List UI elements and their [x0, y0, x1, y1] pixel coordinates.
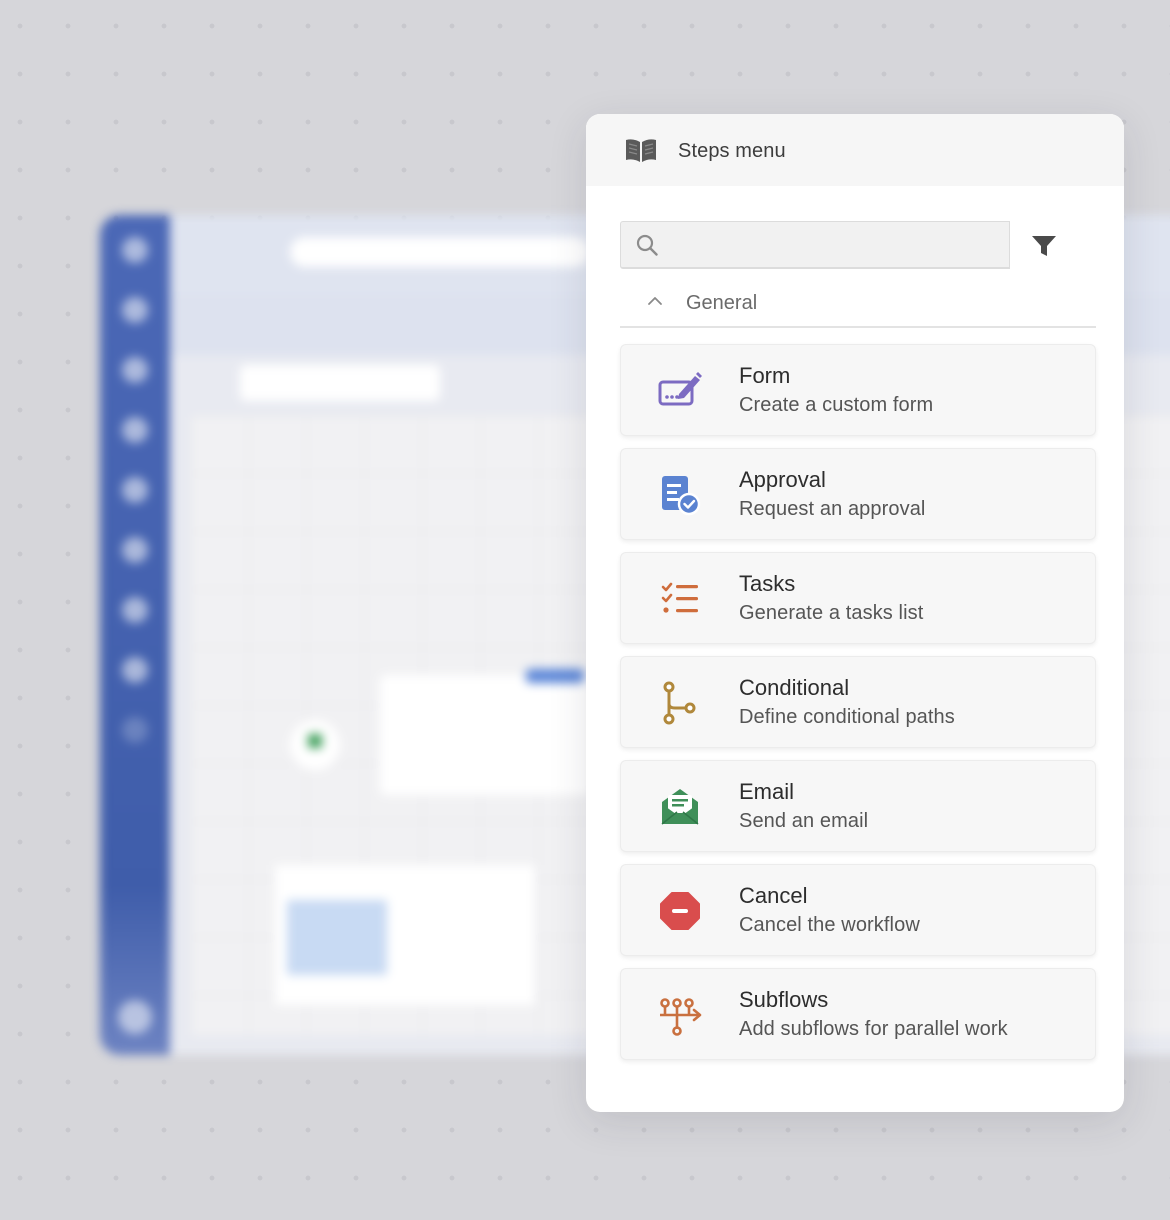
form-edit-icon	[658, 372, 702, 406]
filter-icon	[1032, 236, 1056, 256]
section-general-toggle[interactable]: General	[620, 282, 1096, 328]
subflows-icon	[660, 998, 702, 1036]
email-open-icon	[661, 789, 699, 825]
step-name: Form	[739, 363, 791, 388]
step-item-conditional[interactable]: Conditional Define conditional paths	[620, 656, 1096, 748]
step-description: Request an approval	[739, 498, 926, 520]
step-name: Tasks	[739, 571, 796, 596]
book-icon	[626, 139, 656, 162]
chevron-up-icon	[648, 297, 662, 305]
step-name: Cancel	[739, 883, 808, 908]
filter-button[interactable]	[1016, 226, 1072, 266]
panel-header: Steps menu	[586, 114, 1124, 186]
steps-menu-panel: Steps menu General Form Create a custom …	[586, 114, 1124, 1112]
background-sidebar	[100, 215, 170, 1055]
search-field[interactable]	[620, 221, 1010, 269]
step-item-form[interactable]: Form Create a custom form	[620, 344, 1096, 436]
step-item-tasks[interactable]: Tasks Generate a tasks list	[620, 552, 1096, 644]
section-label: General	[686, 292, 758, 314]
step-description: Create a custom form	[739, 394, 934, 416]
stop-icon	[660, 892, 700, 930]
step-item-subflows[interactable]: Subflows Add subflows for parallel work	[620, 968, 1096, 1060]
step-list: Form Create a custom form Approval Reque…	[620, 344, 1096, 1072]
step-description: Generate a tasks list	[739, 602, 924, 624]
step-name: Email	[739, 779, 795, 804]
step-item-cancel[interactable]: Cancel Cancel the workflow	[620, 864, 1096, 956]
search-input[interactable]	[667, 230, 1001, 262]
approval-document-icon	[662, 476, 701, 516]
task-list-icon	[661, 582, 698, 613]
step-name: Subflows	[739, 987, 829, 1012]
step-description: Cancel the workflow	[739, 914, 920, 936]
step-name: Conditional	[739, 675, 850, 700]
search-icon	[636, 234, 658, 256]
step-description: Define conditional paths	[739, 706, 955, 728]
step-item-email[interactable]: Email Send an email	[620, 760, 1096, 852]
step-item-approval[interactable]: Approval Request an approval	[620, 448, 1096, 540]
step-description: Send an email	[739, 810, 869, 832]
step-name: Approval	[739, 467, 826, 492]
branch-icon	[663, 681, 696, 725]
panel-title: Steps menu	[678, 140, 786, 162]
step-description: Add subflows for parallel work	[739, 1018, 1008, 1040]
